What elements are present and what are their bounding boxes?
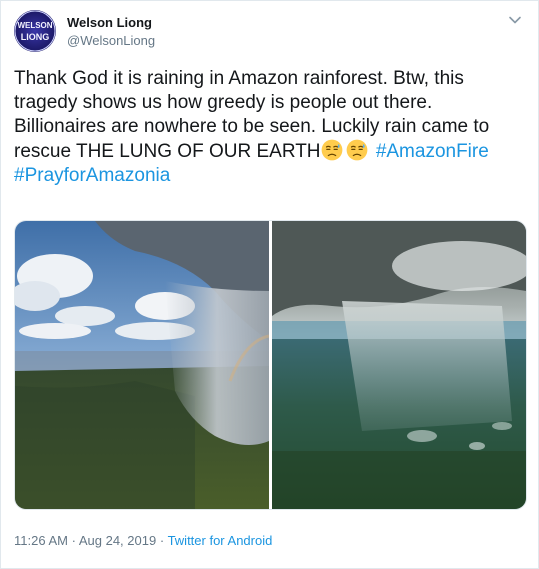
rainforest-photo-right[interactable] xyxy=(272,221,526,509)
tweet-time[interactable]: 11:26 AM xyxy=(14,533,68,548)
chevron-down-icon[interactable] xyxy=(508,13,522,27)
display-name[interactable]: Welson Liong xyxy=(67,15,152,30)
tweet-card: WELSON LIONG Welson Liong @WelsonLiong T… xyxy=(0,0,539,569)
avatar[interactable]: WELSON LIONG xyxy=(14,10,56,52)
hashtag-prayforamazonia[interactable]: #PrayforAmazonia xyxy=(14,165,170,186)
meta-separator: · xyxy=(159,533,165,548)
downcast-face-with-sweat-icon xyxy=(346,139,367,161)
tweet-text: Thank God it is raining in Amazon rainfo… xyxy=(14,67,526,188)
svg-text:LIONG: LIONG xyxy=(21,32,50,42)
hashtag-amazonfire[interactable]: #AmazonFire xyxy=(376,141,489,162)
rainforest-photo-left[interactable] xyxy=(15,221,269,509)
svg-text:WELSON: WELSON xyxy=(17,21,52,30)
user-handle[interactable]: @WelsonLiong xyxy=(67,33,155,48)
meta-separator: · xyxy=(71,533,76,548)
media-gallery[interactable] xyxy=(14,220,527,510)
tweet-date[interactable]: Aug 24, 2019 xyxy=(79,533,156,548)
tweet-source[interactable]: Twitter for Android xyxy=(168,533,273,548)
tweet-metadata: 11:26 AM · Aug 24, 2019 · Twitter for An… xyxy=(14,533,272,548)
avatar-logo: WELSON LIONG xyxy=(14,10,56,52)
downcast-face-with-sweat-icon xyxy=(321,139,342,161)
